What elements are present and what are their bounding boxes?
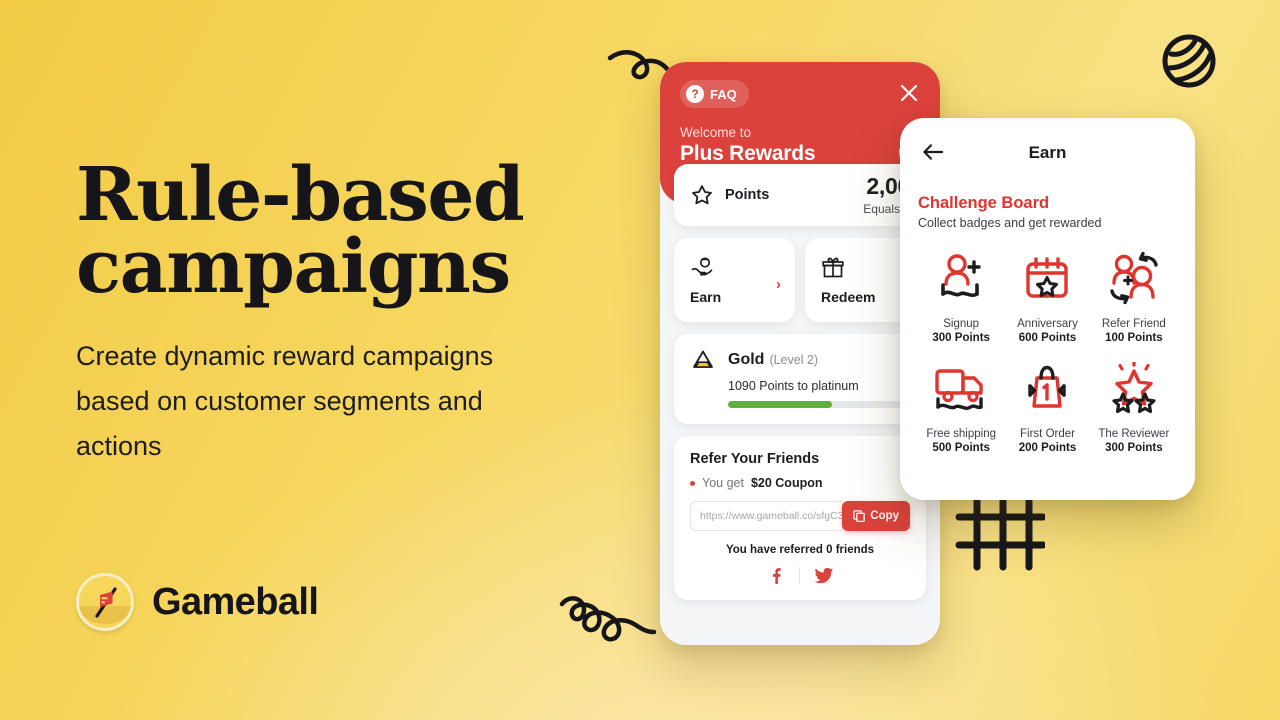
divider [799, 567, 800, 584]
tile-earn[interactable]: Earn › [674, 238, 795, 322]
refer-two-people-icon [1110, 252, 1158, 305]
badge-signup[interactable]: Signup 300 Points [918, 248, 1004, 344]
page-title: Rule-based campaigns [76, 158, 596, 310]
badge-refer-friend[interactable]: Refer Friend 100 Points [1091, 248, 1177, 344]
challenge-board-subtitle: Collect badges and get rewarded [918, 216, 1102, 230]
facebook-icon[interactable] [767, 567, 784, 584]
tier-name: Gold [728, 351, 765, 368]
flag-coin-icon [76, 573, 134, 631]
refer-title: Refer Your Friends [690, 451, 820, 467]
referral-link-input[interactable]: https://www.gameball.co/sfgC3.. [690, 501, 843, 531]
star-icon [692, 185, 712, 205]
badge-grid: Signup 300 Points Anniversary 600 Points [918, 248, 1177, 454]
points-card: Points 2,00 Equals $ [674, 164, 926, 226]
refer-reward-prefix: You get [702, 476, 744, 490]
twitter-icon[interactable] [815, 567, 833, 584]
badge-points: 500 Points [932, 442, 990, 454]
spiral-squiggle-icon [559, 596, 657, 642]
tier-card[interactable]: Gold (Level 2) 1090 Points to platinum [674, 334, 926, 424]
welcome-eyebrow: Welcome to [680, 125, 752, 140]
points-label: Points [725, 187, 770, 203]
calendar-star-icon [1026, 257, 1069, 298]
signup-person-plus-icon [941, 254, 981, 298]
hand-coin-icon [691, 257, 713, 275]
question-mark-icon: ? [686, 85, 704, 103]
badge-name: First Order [1020, 428, 1075, 440]
widget-body: Points 2,00 Equals $ Earn › Redeem Gold … [660, 164, 940, 600]
badge-points: 300 Points [932, 332, 990, 344]
rewards-widget: ? FAQ Welcome to Plus Rewards Points 2,0… [660, 62, 940, 645]
refer-reward-value: $20 Coupon [750, 476, 823, 490]
badge-points: 300 Points [1105, 442, 1163, 454]
delivery-truck-icon [935, 369, 983, 410]
earn-panel-title: Earn [1028, 143, 1067, 162]
badge-points: 600 Points [1018, 332, 1077, 344]
hero-section: Rule-based campaigns Create dynamic rewa… [76, 158, 596, 470]
tier-pyramid-icon [693, 350, 713, 368]
tier-level: (Level 2) [769, 353, 819, 367]
tier-progress-text: 1090 Points to platinum [728, 379, 859, 393]
social-share-row [690, 567, 910, 584]
action-tiles: Earn › Redeem [674, 238, 926, 322]
gift-icon [822, 257, 844, 277]
shopping-bag-one-icon [1028, 365, 1067, 408]
copy-icon [853, 510, 866, 522]
faq-label: FAQ [710, 86, 737, 102]
refer-card: Refer Your Friends You get $20 Coupon ht… [674, 436, 932, 600]
tier-progress-bar [728, 401, 910, 408]
chevron-right-icon: › [776, 276, 781, 293]
badge-first-order[interactable]: First Order 200 Points [1004, 358, 1090, 454]
close-icon[interactable] [898, 82, 920, 104]
badge-name: Anniversary [1017, 318, 1078, 330]
badge-anniversary[interactable]: Anniversary 600 Points [1004, 248, 1090, 344]
brand-lockup: Gameball [76, 573, 319, 631]
badge-name: Signup [943, 318, 980, 330]
challenge-board-title: Challenge Board [918, 194, 1050, 212]
copy-button[interactable]: Copy [842, 501, 910, 531]
copy-label: Copy [870, 510, 899, 522]
gameball-sphere-icon [1162, 34, 1216, 88]
triple-star-icon [1112, 362, 1156, 414]
badge-points: 200 Points [1018, 442, 1077, 454]
badge-name: The Reviewer [1098, 428, 1170, 440]
badge-free-shipping[interactable]: Free shipping 500 Points [918, 358, 1004, 454]
bullet-dot-icon [690, 480, 695, 486]
page-title-line-2: campaigns [76, 223, 511, 310]
program-name: Plus Rewards [680, 142, 816, 165]
brand-name: Gameball [152, 580, 319, 623]
badge-the-reviewer[interactable]: The Reviewer 300 Points [1091, 358, 1177, 454]
refer-reward-line: You get $20 Coupon [690, 476, 910, 490]
hero-subtitle: Create dynamic reward campaigns based on… [76, 340, 494, 462]
back-arrow-icon[interactable] [922, 142, 944, 162]
badge-name: Refer Friend [1101, 318, 1166, 330]
badge-points: 100 Points [1105, 332, 1163, 344]
referred-count-text: You have referred 0 friends [725, 544, 875, 556]
tic-tac-toe-grid-icon [955, 495, 1045, 571]
earn-panel: Earn Challenge Board Collect badges and … [900, 118, 1195, 500]
faq-button[interactable]: ? FAQ [680, 80, 749, 108]
badge-name: Free shipping [926, 428, 996, 440]
